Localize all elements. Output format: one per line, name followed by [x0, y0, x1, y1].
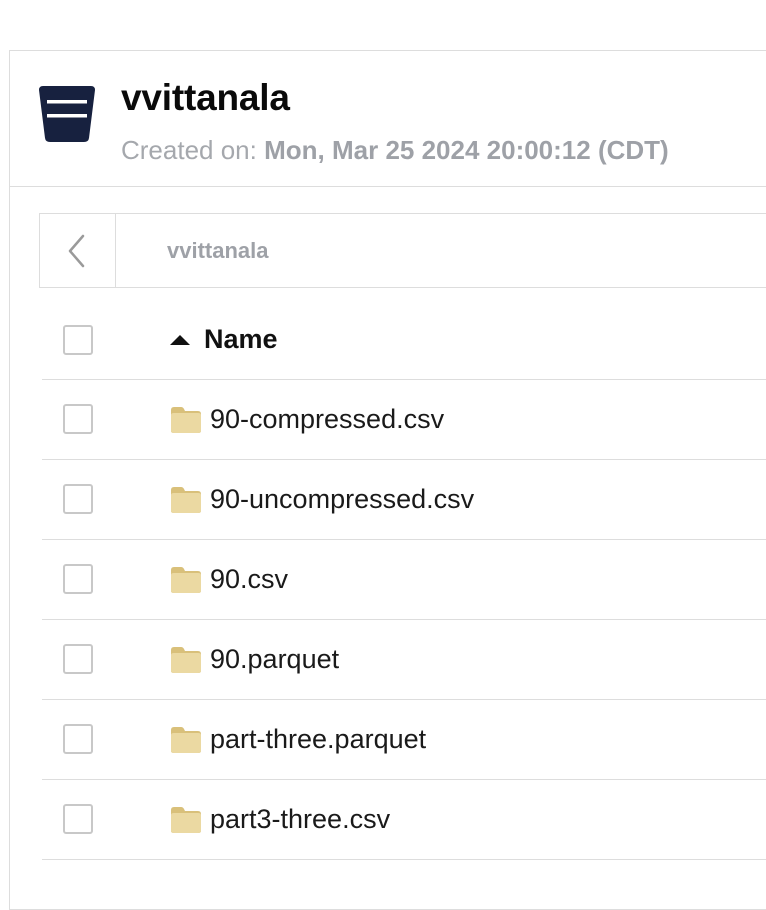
row-checkbox[interactable] [63, 484, 93, 514]
row-name[interactable]: 90-compressed.csv [210, 404, 444, 435]
row-name[interactable]: part3-three.csv [210, 804, 390, 835]
folder-icon [171, 407, 201, 433]
bucket-icon [39, 86, 95, 142]
created-label: Created on: [121, 135, 257, 165]
table-row[interactable]: 90-uncompressed.csv [42, 460, 766, 540]
row-checkbox[interactable] [63, 564, 93, 594]
row-checkbox[interactable] [63, 404, 93, 434]
row-name[interactable]: 90.csv [210, 564, 288, 595]
folder-icon [171, 487, 201, 513]
select-all-checkbox[interactable] [63, 325, 93, 355]
row-name[interactable]: part-three.parquet [210, 724, 426, 755]
back-button[interactable] [40, 214, 116, 287]
row-checkbox[interactable] [63, 804, 93, 834]
folder-icon [171, 727, 201, 753]
bucket-title: vvittanala [121, 77, 290, 118]
table-row[interactable]: part3-three.csv [42, 780, 766, 860]
table-row[interactable]: 90.parquet [42, 620, 766, 700]
created-info: Created on: Mon, Mar 25 2024 20:00:12 (C… [121, 135, 669, 166]
folder-icon [171, 807, 201, 833]
table-row[interactable]: 90.csv [42, 540, 766, 620]
row-name[interactable]: 90.parquet [210, 644, 339, 675]
name-column-header[interactable]: Name [204, 324, 278, 355]
folder-icon [171, 567, 201, 593]
row-checkbox[interactable] [63, 724, 93, 754]
object-table: Name 90-compressed.csv 90-uncompressed.c… [42, 301, 766, 860]
sort-ascending-icon [170, 335, 190, 345]
row-name[interactable]: 90-uncompressed.csv [210, 484, 474, 515]
folder-icon [171, 647, 201, 673]
chevron-left-icon [68, 234, 85, 268]
table-row[interactable]: 90-compressed.csv [42, 380, 766, 460]
created-date: Mon, Mar 25 2024 20:00:12 (CDT) [264, 135, 669, 165]
breadcrumb-item[interactable]: vvittanala [167, 238, 269, 264]
breadcrumb: vvittanala [39, 213, 766, 288]
bucket-header: vvittanala Created on: Mon, Mar 25 2024 … [10, 51, 766, 187]
table-row[interactable]: part-three.parquet [42, 700, 766, 780]
row-checkbox[interactable] [63, 644, 93, 674]
table-header-row: Name [42, 301, 766, 380]
bucket-panel: vvittanala Created on: Mon, Mar 25 2024 … [9, 50, 766, 910]
